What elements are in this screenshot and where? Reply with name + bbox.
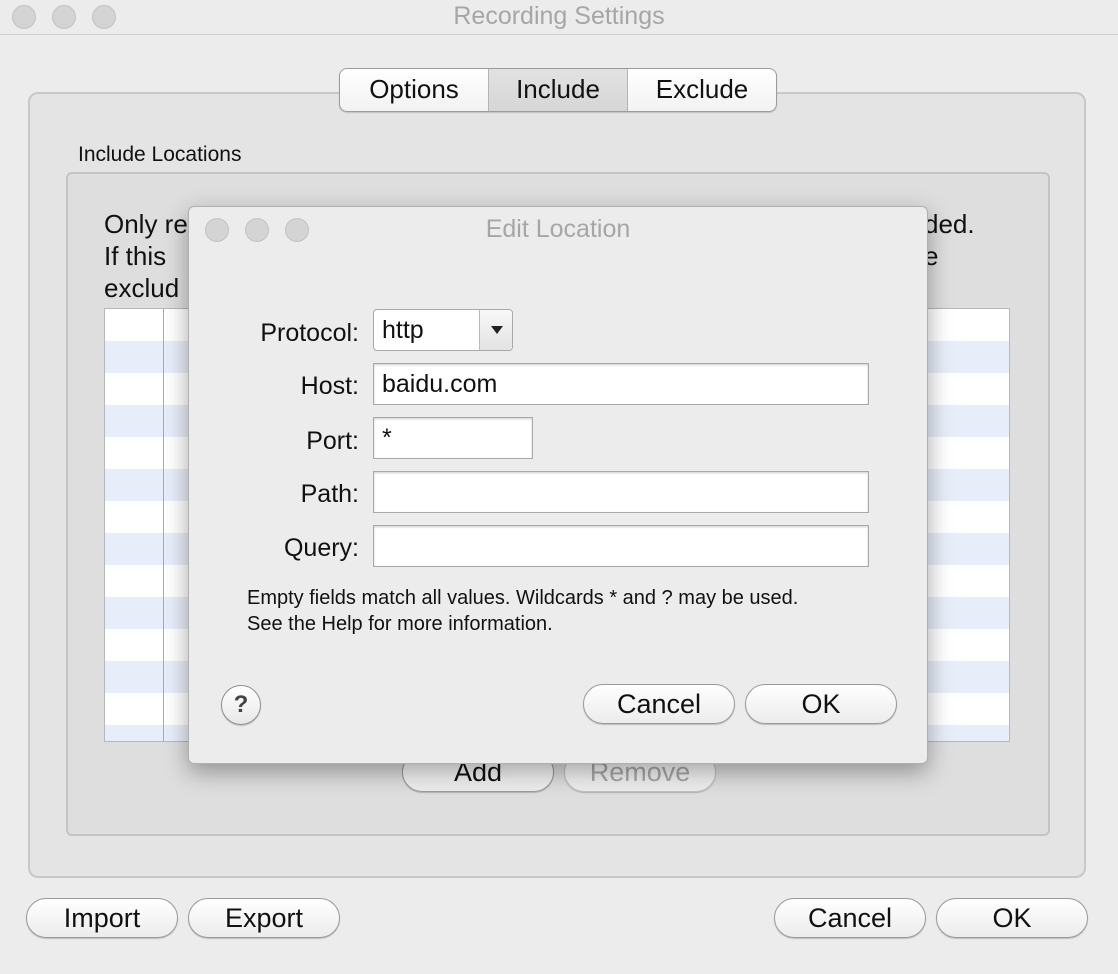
dialog-titlebar: Edit Location (189, 207, 927, 253)
protocol-label: Protocol: (260, 319, 359, 347)
hint-line: Empty fields match all values. Wildcards… (247, 587, 799, 609)
import-button[interactable]: Import (26, 898, 178, 938)
window-title: Recording Settings (453, 2, 665, 30)
wildcard-hint: Empty fields match all values. Wildcards… (247, 585, 798, 637)
description-fragment: ded. (924, 209, 975, 239)
help-button[interactable]: ? (221, 685, 261, 725)
window-titlebar: Recording Settings (0, 0, 1118, 35)
hint-line: See the Help for more information. (247, 613, 553, 635)
table-column-divider (163, 309, 164, 741)
chevron-down-icon (479, 310, 512, 350)
port-field[interactable]: * (373, 417, 533, 459)
protocol-select[interactable]: http (373, 309, 513, 351)
path-field[interactable] (373, 471, 869, 513)
tab-bar: Options Include Exclude (339, 68, 777, 112)
dialog-ok-button[interactable]: OK (745, 684, 897, 724)
host-label: Host: (300, 372, 359, 400)
edit-location-dialog: Edit Location Protocol: http Host: baidu… (188, 206, 928, 764)
host-field[interactable]: baidu.com (373, 363, 869, 405)
export-button[interactable]: Export (188, 898, 340, 938)
protocol-value: http (382, 316, 424, 344)
dialog-cancel-button[interactable]: Cancel (583, 684, 735, 724)
ok-button[interactable]: OK (936, 898, 1088, 938)
dialog-title: Edit Location (485, 215, 631, 243)
tab-exclude[interactable]: Exclude (627, 69, 776, 111)
query-label: Query: (283, 534, 359, 562)
tab-options[interactable]: Options (340, 69, 488, 111)
port-label: Port: (306, 427, 359, 455)
cancel-button[interactable]: Cancel (774, 898, 926, 938)
include-locations-label: Include Locations (78, 143, 242, 166)
tab-include[interactable]: Include (488, 69, 627, 111)
query-field[interactable] (373, 525, 869, 567)
description-right-fragments: ded. e (924, 208, 975, 272)
description-fragment: e (924, 241, 939, 271)
path-label: Path: (300, 480, 359, 508)
